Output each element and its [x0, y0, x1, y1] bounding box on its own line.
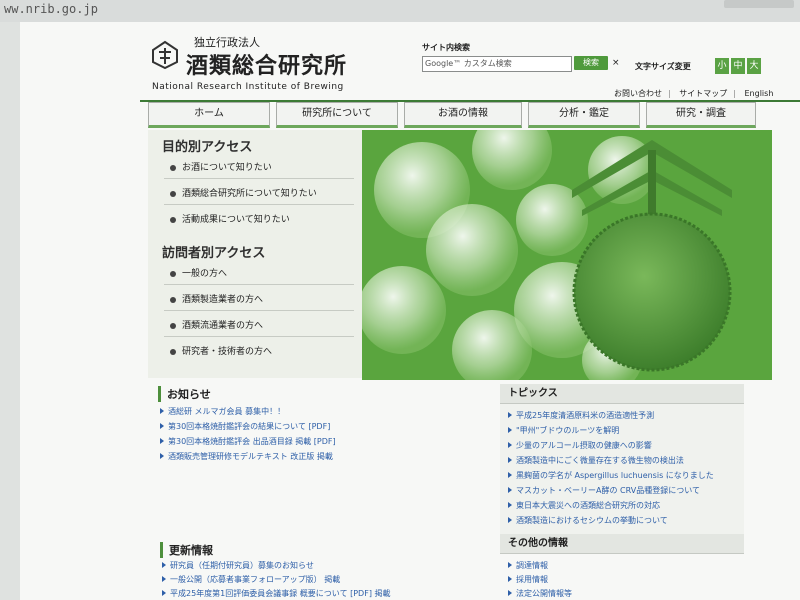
org-name-en: National Research Institute of Brewing: [152, 82, 344, 92]
utility-links: お問い合わせ | サイトマップ | English: [608, 88, 779, 99]
topic-link[interactable]: 東日本大震災への酒類総合研究所の対応: [508, 500, 660, 511]
visitor-link-distributors[interactable]: 酒類流通業者の方へ: [170, 318, 263, 331]
bullet-icon: [170, 216, 176, 223]
browser-address-bar[interactable]: ww.nrib.go.jp: [0, 0, 800, 23]
font-size-small-button[interactable]: 小: [715, 58, 729, 74]
purpose-link-label: お酒について知りたい: [182, 163, 272, 173]
divider: [164, 310, 354, 311]
news-link[interactable]: 第30回本格焼酎鑑評会の結果について [PDF]: [160, 421, 330, 432]
updates-heading: 更新情報: [160, 542, 213, 558]
other-info-heading: その他の情報: [500, 534, 744, 554]
visitor-heading: 訪問者別アクセス: [162, 246, 266, 261]
purpose-link-sake[interactable]: お酒について知りたい: [170, 160, 272, 173]
divider: [164, 178, 354, 179]
divider: [164, 336, 354, 337]
topic-link[interactable]: 酒類製造中にごく微量存在する微生物の検出法: [508, 455, 684, 466]
visitor-link-manufacturers[interactable]: 酒類製造業者の方へ: [170, 292, 263, 305]
sitemap-link[interactable]: サイトマップ: [679, 89, 727, 98]
tab-home[interactable]: ホーム: [148, 102, 270, 128]
font-size-label: 文字サイズ変更: [635, 62, 691, 71]
search-label: サイト内検索: [422, 43, 470, 52]
bullet-icon: [170, 296, 176, 303]
topic-link[interactable]: マスカット・ベーリーA酵の CRV品種登録について: [508, 485, 700, 496]
other-info-link[interactable]: 法定公開情報等: [508, 588, 572, 599]
font-size-large-button[interactable]: 大: [747, 58, 761, 74]
topic-link[interactable]: 酒類製造におけるセシウムの挙動について: [508, 515, 668, 526]
topics-heading: トピックス: [500, 384, 744, 404]
org-name: 酒類総合研究所: [186, 53, 348, 79]
tab-about[interactable]: 研究所について: [276, 102, 398, 128]
main-nav: ホーム 研究所について お酒の情報 分析・鑑定 研究・調査: [148, 102, 768, 128]
clear-search-button[interactable]: ×: [612, 56, 620, 70]
visitor-link-general[interactable]: 一般の方へ: [170, 266, 227, 279]
visitor-link-label: 研究者・技術者の方へ: [182, 347, 273, 357]
font-size-medium-button[interactable]: 中: [731, 58, 745, 74]
divider: [164, 204, 354, 205]
purpose-heading: 目的別アクセス: [162, 140, 253, 155]
divider: |: [668, 89, 671, 98]
visitor-link-label: 酒類製造業者の方へ: [182, 295, 264, 305]
bullet-icon: [170, 164, 176, 171]
bullet-icon: [170, 190, 176, 197]
bullet-icon: [170, 348, 176, 355]
page-gutter: [0, 22, 20, 600]
bullet-icon: [170, 322, 176, 329]
browser-tab-strip: [724, 0, 794, 8]
topic-link[interactable]: 黒麹菌の学名が Aspergillus luchuensis になりました: [508, 470, 714, 481]
bullet-icon: [170, 270, 176, 277]
divider: [164, 284, 354, 285]
update-link[interactable]: 一般公開（応募者事業フォローアップ版） 掲載: [162, 574, 340, 585]
english-link[interactable]: English: [745, 89, 774, 98]
access-panel: 目的別アクセス お酒について知りたい 酒類総合研究所について知りたい 活動成果に…: [148, 130, 362, 378]
purpose-link-label: 酒類総合研究所について知りたい: [182, 189, 317, 199]
update-link[interactable]: 平成25年度第1回評価委員会議事録 概要について [PDF] 掲載: [162, 588, 390, 599]
emblem-icon: [152, 40, 178, 70]
topic-link[interactable]: 平成25年度清酒原料米の酒造適性予測: [508, 410, 654, 421]
news-link[interactable]: 第30回本格焼酎鑑評会 出品酒目録 掲載 [PDF]: [160, 436, 336, 447]
tab-research[interactable]: 研究・調査: [646, 102, 756, 128]
page: 独立行政法人 酒類総合研究所 National Research Institu…: [20, 22, 800, 600]
site-search: サイト内検索 Google™ カスタム検索 検索 ×: [422, 42, 620, 72]
visitor-link-label: 一般の方へ: [182, 269, 228, 279]
purpose-link-results[interactable]: 活動成果について知りたい: [170, 212, 290, 225]
topics-panel: トピックス 平成25年度清酒原料米の酒造適性予測 "甲州"ブドウのルーツを解明 …: [500, 384, 744, 534]
purpose-link-label: 活動成果について知りたい: [182, 215, 290, 225]
other-info-link[interactable]: 調達情報: [508, 560, 548, 571]
contact-link[interactable]: お問い合わせ: [614, 89, 662, 98]
update-link[interactable]: 研究員（任期付研究員）募集のお知らせ: [162, 560, 314, 571]
news-heading: お知らせ: [158, 386, 211, 402]
search-button[interactable]: 検索: [574, 56, 608, 70]
news-link[interactable]: 酒類販売管理研修モデルテキスト 改正版 掲載: [160, 451, 333, 462]
visitor-link-label: 酒類流通業者の方へ: [182, 321, 264, 331]
url-text[interactable]: ww.nrib.go.jp: [4, 2, 98, 16]
visitor-link-researchers[interactable]: 研究者・技術者の方へ: [170, 344, 272, 357]
hero-image: [362, 130, 772, 380]
divider: |: [733, 89, 736, 98]
topic-link[interactable]: "甲州"ブドウのルーツを解明: [508, 425, 619, 436]
purpose-link-institute[interactable]: 酒類総合研究所について知りたい: [170, 186, 317, 199]
search-input[interactable]: Google™ カスタム検索: [422, 56, 572, 72]
tab-sake-info[interactable]: お酒の情報: [404, 102, 522, 128]
news-link[interactable]: 酒総研 メルマガ会員 募集中！！: [160, 406, 285, 417]
other-info-link[interactable]: 採用情報: [508, 574, 548, 585]
topic-link[interactable]: 少量のアルコール摂取の健康への影響: [508, 440, 652, 451]
tab-analysis[interactable]: 分析・鑑定: [528, 102, 640, 128]
